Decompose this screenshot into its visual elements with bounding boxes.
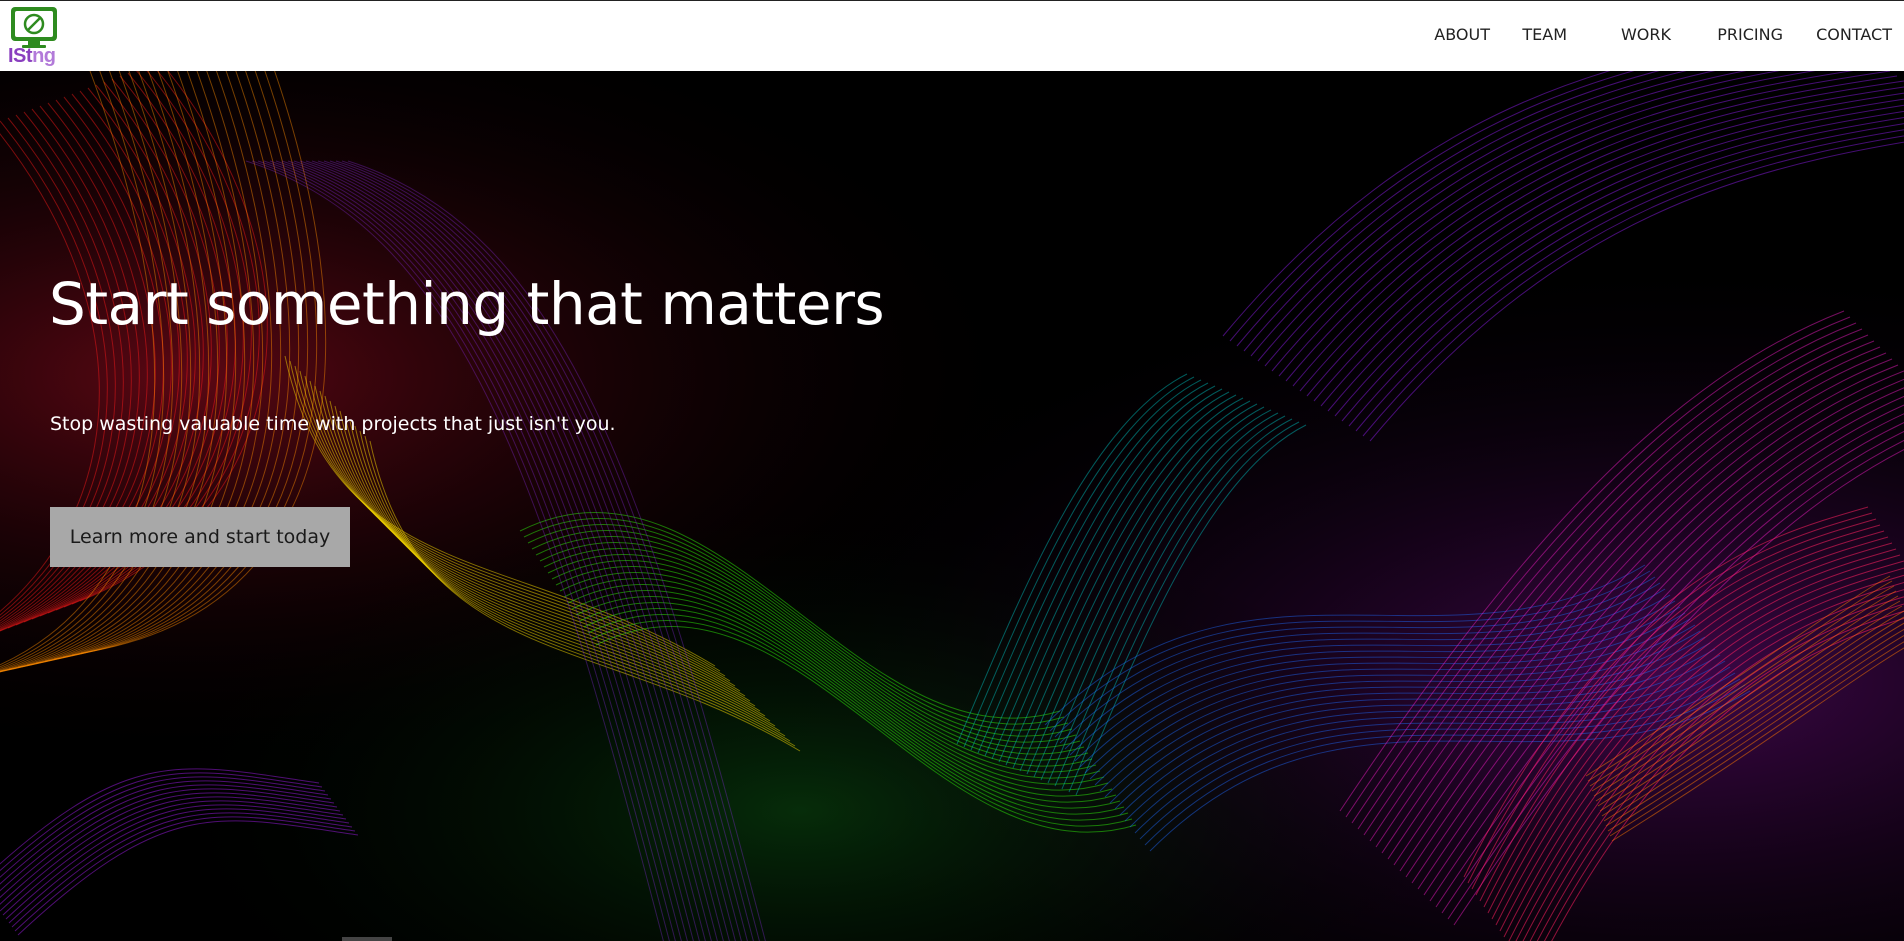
nav-team[interactable]: TEAM — [1522, 25, 1567, 44]
navbar: IStng ABOUT TEAM WORK PRICING CONTACT — [0, 0, 1904, 71]
nav-about[interactable]: ABOUT — [1434, 25, 1490, 44]
scroll-indicator — [342, 937, 392, 941]
hero-subtitle: Stop wasting valuable time with projects… — [50, 413, 616, 435]
nav-work[interactable]: WORK — [1621, 25, 1671, 44]
hero-background — [0, 71, 1904, 941]
logo[interactable]: IStng — [8, 5, 64, 69]
logo-text: IStng — [8, 45, 56, 67]
hero-title: Start something that matters — [49, 270, 885, 338]
monitor-icon — [11, 7, 57, 48]
nav-pricing[interactable]: PRICING — [1717, 25, 1783, 44]
hero: Start something that matters Stop wastin… — [0, 71, 1904, 941]
nav-contact[interactable]: CONTACT — [1816, 25, 1892, 44]
learn-more-button[interactable]: Learn more and start today — [50, 507, 350, 567]
page: IStng ABOUT TEAM WORK PRICING CONTACT St… — [0, 0, 1904, 941]
